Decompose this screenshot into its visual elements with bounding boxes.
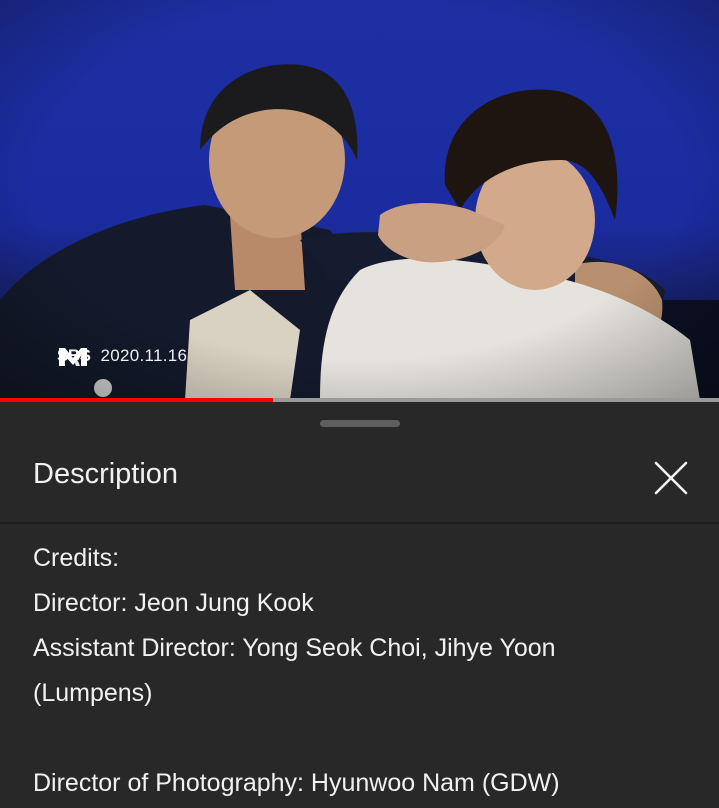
- video-frame: [0, 0, 719, 400]
- mtv-logo-icon: [59, 348, 87, 366]
- channel-watermark: SBS 2020.11.16: [57, 346, 187, 366]
- video-player[interactable]: SBS 2020.11.16: [0, 0, 719, 400]
- channel-logo: SBS: [57, 346, 91, 366]
- header-divider: [0, 522, 719, 524]
- close-button[interactable]: [648, 455, 694, 501]
- description-text: Credits: Director: Jeon Jung Kook Assist…: [33, 536, 693, 806]
- sheet-title: Description: [33, 458, 179, 490]
- description-sheet: Description Credits: Director: Jeon Jung…: [0, 403, 719, 808]
- description-line: (Lumpens): [33, 679, 153, 707]
- description-line: Director of Photography: Hyunwoo Nam (GD…: [33, 769, 560, 797]
- description-line: Assistant Director: Yong Seok Choi, Jihy…: [33, 634, 556, 662]
- video-vignette: [0, 0, 719, 400]
- description-line: Credits:: [33, 544, 120, 572]
- description-line: Director: Jeon Jung Kook: [33, 589, 314, 617]
- screen: SBS 2020.11.16 Description Credits: Dire…: [0, 0, 719, 808]
- broadcast-date: 2020.11.16: [100, 346, 188, 365]
- close-icon: [654, 461, 688, 495]
- drag-handle[interactable]: [320, 420, 400, 427]
- description-line: [33, 716, 693, 761]
- sheet-header: Description: [0, 433, 719, 523]
- video-progress-played: [0, 398, 274, 402]
- video-progress-bar[interactable]: [0, 398, 719, 402]
